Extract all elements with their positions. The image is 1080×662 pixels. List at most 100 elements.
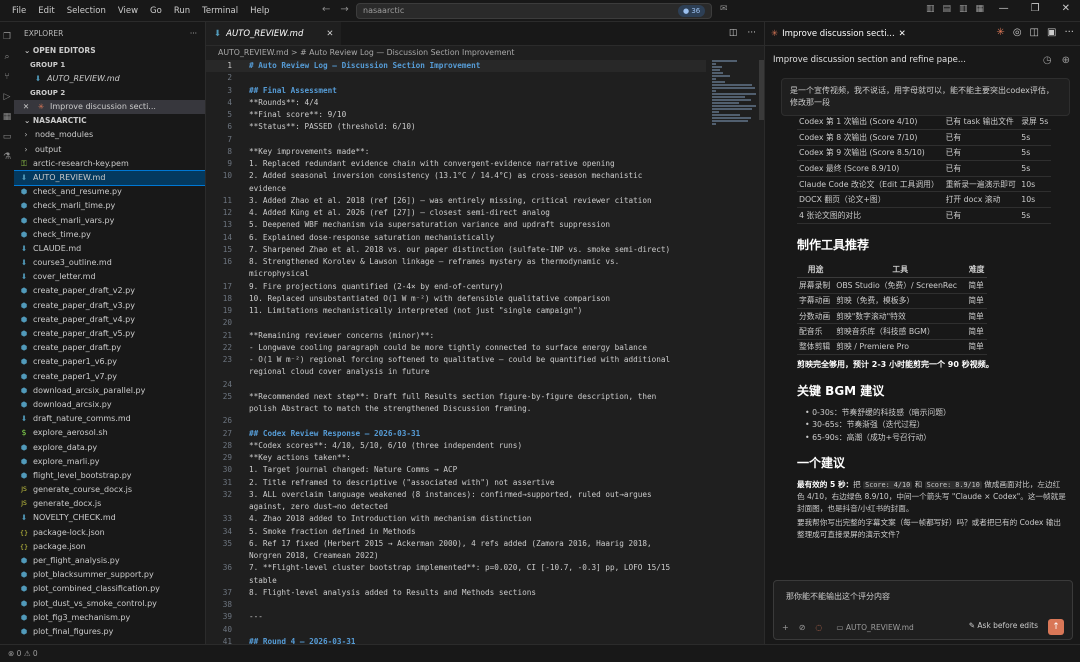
close-icon[interactable]: ✕ [20, 100, 32, 114]
chat-input[interactable]: 那你能不能输出这个评分内容 + ⊘ ◌ ▭ AUTO_REVIEW.md ✎ A… [773, 580, 1073, 640]
file-item[interactable]: › output [14, 143, 205, 157]
source-control-icon[interactable]: ⑂ [0, 72, 14, 82]
extensions-icon[interactable]: ▦ [0, 112, 14, 122]
claude-icon[interactable]: ✳ [996, 27, 1004, 38]
code-content[interactable]: 1 # Auto Review Log — Discussion Section … [206, 60, 706, 644]
file-item[interactable]: ⬢ create_paper_draft_v5.py [14, 327, 205, 341]
new-chat-icon[interactable]: ⊕ [1062, 55, 1070, 66]
open-editors-header[interactable]: ⌄ OPEN EDITORS [14, 44, 205, 58]
lock-icon[interactable]: ▣ [1047, 27, 1056, 38]
file-item[interactable]: ⚿ arctic-research-key.pem [14, 157, 205, 171]
close-tab-icon[interactable]: ✕ [326, 29, 333, 39]
toggle-sidebar-icon[interactable]: ▥ [926, 4, 935, 14]
split-editor-icon[interactable]: ◫ [729, 28, 738, 38]
file-item[interactable]: $ explore_aerosol.sh [14, 426, 205, 440]
file-item[interactable]: ⬢ per_flight_analysis.py [14, 554, 205, 568]
restore-icon[interactable]: ❐ [1031, 3, 1040, 14]
minimap-line [712, 60, 737, 62]
pem-icon: ⚿ [21, 158, 27, 168]
file-item[interactable]: ⬢ check_marli_vars.py [14, 214, 205, 228]
file-item[interactable]: ⬢ plot_dust_vs_smoke_control.py [14, 597, 205, 611]
file-item[interactable]: › node_modules [14, 128, 205, 142]
file-item[interactable]: {} package-lock.json [14, 526, 205, 540]
group1-label[interactable]: GROUP 1 [14, 58, 205, 72]
search-icon[interactable]: ⌕ [0, 52, 14, 62]
file-item[interactable]: ⬢ create_paper1_v7.py [14, 370, 205, 384]
more-actions-icon[interactable]: ··· [190, 29, 197, 38]
bgm-list: 0-30s：节奏舒缓的科技感（暗示问题） 30-65s：节奏渐强（迭代过程） 6… [797, 407, 1067, 444]
file-item[interactable]: {} package.json [14, 540, 205, 554]
menu-file[interactable]: File [6, 0, 32, 22]
file-item[interactable]: ⬢ plot_blacksummer_support.py [14, 568, 205, 582]
file-item[interactable]: ⬢ plot_final_figures.py [14, 625, 205, 639]
file-item[interactable]: ⬢ create_paper_draft.py [14, 341, 205, 355]
menu-terminal[interactable]: Terminal [196, 0, 244, 22]
customize-layout-icon[interactable]: ▦ [976, 4, 985, 14]
send-button[interactable]: ↑ [1048, 619, 1064, 635]
close-window-icon[interactable]: ✕ [1062, 3, 1070, 14]
file-item[interactable]: ⬢ plot_combined_classification.py [14, 582, 205, 596]
file-item[interactable]: ⬇ NOVELTY_CHECK.md [14, 511, 205, 525]
file-item[interactable]: ⬢ explore_marli.py [14, 455, 205, 469]
menu-edit[interactable]: Edit [32, 0, 60, 22]
file-item[interactable]: ⬢ create_paper_draft_v2.py [14, 284, 205, 298]
project-folder-header[interactable]: ⌄ NASAARCTIC [14, 114, 205, 128]
forward-arrow-icon[interactable]: → [340, 4, 348, 15]
breadcrumb[interactable]: AUTO_REVIEW.md > # Auto Review Log — Dis… [206, 46, 764, 60]
toggle-secondary-sidebar-icon[interactable]: ▥ [959, 4, 968, 14]
minimap-line [712, 90, 716, 92]
file-item[interactable]: ⬢ plot_fig3_mechanism.py [14, 611, 205, 625]
group2-label[interactable]: GROUP 2 [14, 86, 205, 100]
chat-toggle-icon[interactable]: ✉ [720, 4, 728, 14]
minimap[interactable] [712, 60, 756, 130]
file-item[interactable]: ⬢ check_time.py [14, 228, 205, 242]
testing-icon[interactable]: ⚗ [0, 152, 14, 162]
file-item[interactable]: ⬢ check_and_resume.py [14, 185, 205, 199]
file-item[interactable]: ⬢ create_paper_draft_v3.py [14, 299, 205, 313]
slash-command-icon[interactable]: ⊘ [799, 623, 806, 632]
problems-indicator[interactable]: ⊗ 0 ⚠ 0 [8, 649, 38, 658]
run-debug-icon[interactable]: ▷ [0, 92, 14, 102]
chat-tab[interactable]: ✳ Improve discussion secti... ✕ [771, 22, 912, 46]
file-item[interactable]: ⬢ explore_data.py [14, 441, 205, 455]
split-icon[interactable]: ◫ [1030, 27, 1039, 38]
explorer-icon[interactable]: ❐ [0, 32, 14, 42]
copilot-badge[interactable]: ● 36 [678, 5, 706, 17]
menu-go[interactable]: Go [144, 0, 168, 22]
add-icon[interactable]: + [782, 623, 789, 632]
file-item[interactable]: ⬢ download_arcsix_parallel.py [14, 384, 205, 398]
file-item[interactable]: ⬢ create_paper_draft_v4.py [14, 313, 205, 327]
file-item[interactable]: ⬢ check_marli_time.py [14, 199, 205, 213]
line-number: 23 [222, 355, 232, 364]
file-item[interactable]: ⬢ download_arcsix.py [14, 398, 205, 412]
menu-selection[interactable]: Selection [61, 0, 112, 22]
file-item[interactable]: ⬇ course3_outline.md [14, 256, 205, 270]
command-center-search[interactable]: nasaarctic [356, 3, 712, 19]
close-tab-icon[interactable]: ✕ [899, 29, 906, 39]
file-item[interactable]: ⬢ create_paper1_v6.py [14, 355, 205, 369]
file-item[interactable]: ⬢ flight_level_bootstrap.py [14, 469, 205, 483]
tab-auto-review[interactable]: ⬇ AUTO_REVIEW.md ✕ [206, 22, 342, 45]
file-item[interactable]: ⬇ AUTO_REVIEW.md [14, 169, 205, 187]
more-actions-icon[interactable]: ··· [747, 28, 756, 38]
file-item[interactable]: ⬇ CLAUDE.md [14, 242, 205, 256]
search-text: nasaarctic [363, 6, 405, 15]
remote-icon[interactable]: ▭ [0, 132, 14, 142]
context-file-chip[interactable]: ▭ AUTO_REVIEW.md [836, 623, 913, 632]
open-editor-auto-review[interactable]: ⬇ AUTO_REVIEW.md [14, 72, 205, 86]
open-editor-chat[interactable]: ✕ ✳ Improve discussion secti... [14, 100, 205, 115]
menu-view[interactable]: View [112, 0, 144, 22]
back-arrow-icon[interactable]: ← [322, 4, 330, 15]
history-icon[interactable]: ◷ [1043, 55, 1052, 66]
ask-before-edits[interactable]: ✎ Ask before edits [969, 621, 1038, 630]
menu-run[interactable]: Run [168, 0, 196, 22]
globe-icon[interactable]: ◎ [1013, 27, 1022, 38]
file-item[interactable]: JS generate_course_docx.js [14, 483, 205, 497]
menu-help[interactable]: Help [244, 0, 275, 22]
file-item[interactable]: ⬇ draft_nature_comms.md [14, 412, 205, 426]
toggle-panel-icon[interactable]: ▤ [943, 4, 952, 14]
file-item[interactable]: ⬇ cover_letter.md [14, 270, 205, 284]
minimize-icon[interactable]: — [999, 3, 1009, 14]
file-item[interactable]: JS generate_docx.js [14, 497, 205, 511]
more-icon[interactable]: ··· [1064, 27, 1074, 38]
